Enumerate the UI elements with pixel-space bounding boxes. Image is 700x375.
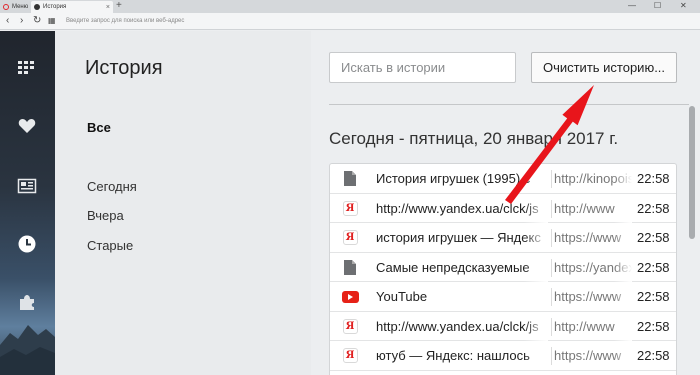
scrollbar[interactable] (689, 106, 695, 239)
youtube-icon (341, 288, 359, 305)
history-row[interactable]: Я история игрушек — Яндекс https://www 2… (330, 223, 676, 253)
nav-item-all[interactable]: Все (87, 120, 111, 135)
yandex-icon: Я (341, 347, 359, 364)
forward-icon[interactable]: › (20, 15, 23, 27)
history-time: 22:58 (637, 318, 670, 334)
history-url: http://www (552, 311, 632, 341)
date-heading: Сегодня - пятница, 20 января 2017 г. (329, 129, 619, 148)
yandex-icon: Я (341, 229, 359, 246)
history-title[interactable]: ютуб — Яндекс: нашлось (376, 341, 548, 370)
opera-icon (3, 4, 9, 10)
heart-icon[interactable] (14, 113, 40, 139)
maximize-icon[interactable]: ☐ (654, 0, 661, 12)
history-title[interactable]: http://www.yandex.ua/clck/js (376, 193, 548, 223)
history-time: 22:58 (637, 171, 670, 186)
history-row[interactable]: Я http://www.yandex.ua/clck/js http://ww… (330, 311, 676, 341)
tab-history[interactable]: История × (31, 1, 113, 13)
history-title[interactable]: история игрушек — Яндекс (376, 223, 548, 252)
history-url: http://www (552, 193, 632, 223)
history-list: История игрушек (1995) с http://kinopois… (329, 163, 677, 375)
history-title[interactable]: История игрушек (1995) с (376, 164, 548, 193)
history-title[interactable]: http://www.yandex.ua/clck/js (376, 311, 548, 341)
history-url: http://kinopoisk (552, 164, 632, 193)
search-input[interactable]: Искать в истории (329, 52, 516, 83)
tab-label: Меню (12, 4, 29, 10)
page-title: История (85, 57, 163, 79)
history-time: 22:58 (637, 200, 670, 216)
address-input[interactable]: Введите запрос для поиска или веб-адрес (66, 16, 686, 27)
history-url: https://www (552, 223, 632, 252)
history-main: Искать в истории Очистить историю... Сег… (311, 31, 700, 375)
history-row[interactable]: Я http://www.yandex.ua/clck/js http://ww… (330, 193, 676, 223)
history-title[interactable]: YouTube (376, 282, 548, 311)
nav-item-today[interactable]: Сегодня (87, 179, 137, 194)
yandex-icon: Я (341, 200, 359, 217)
close-icon[interactable]: × (106, 4, 110, 11)
speed-dial-icon[interactable]: ▦ (48, 15, 56, 27)
news-icon[interactable] (14, 173, 40, 199)
speed-dial-icon[interactable] (14, 55, 40, 81)
history-url: https://yandex (552, 252, 632, 282)
sidebar (0, 31, 55, 375)
history-row[interactable]: Самые непредсказуемые https://yandex 22:… (330, 252, 676, 282)
yandex-icon: Я (341, 318, 359, 335)
page-icon (341, 170, 359, 187)
history-row[interactable]: YouTube https://www 22:58 (330, 282, 676, 312)
history-time: 22:58 (637, 289, 670, 304)
address-toolbar: ‹ › ↻ ▦ Введите запрос для поиска или ве… (0, 13, 700, 30)
history-time: 22:58 (637, 259, 670, 275)
clock-icon[interactable] (14, 231, 40, 257)
clock-icon (34, 4, 40, 10)
minimize-icon[interactable]: — (628, 0, 636, 12)
history-time: 22:58 (637, 348, 670, 363)
history-row[interactable]: История игрушек (1995) с http://kinopois… (330, 164, 676, 194)
mountain-background (0, 325, 55, 375)
page-icon (341, 259, 359, 276)
history-row[interactable]: Я ютуб — Яндекс: нашлось https://www 22:… (330, 341, 676, 371)
divider (329, 104, 689, 105)
history-url: https://www (552, 282, 632, 311)
window-close-icon[interactable]: ✕ (680, 0, 687, 12)
nav-item-yesterday[interactable]: Вчера (87, 208, 124, 223)
tab-bar: Меню История × + — ☐ ✕ (0, 0, 700, 13)
tab-menu[interactable]: Меню (0, 1, 30, 13)
history-url: https://www (552, 341, 632, 370)
reload-icon[interactable]: ↻ (33, 15, 41, 27)
tab-label: История (43, 4, 67, 10)
new-tab-button[interactable]: + (116, 0, 122, 12)
clear-history-button[interactable]: Очистить историю... (531, 52, 677, 83)
history-title[interactable]: Самые непредсказуемые (376, 252, 548, 282)
history-time: 22:58 (637, 230, 670, 245)
nav-item-older[interactable]: Старые (87, 238, 133, 253)
back-icon[interactable]: ‹ (6, 15, 9, 27)
history-nav: История Все Сегодня Вчера Старые (55, 31, 311, 375)
